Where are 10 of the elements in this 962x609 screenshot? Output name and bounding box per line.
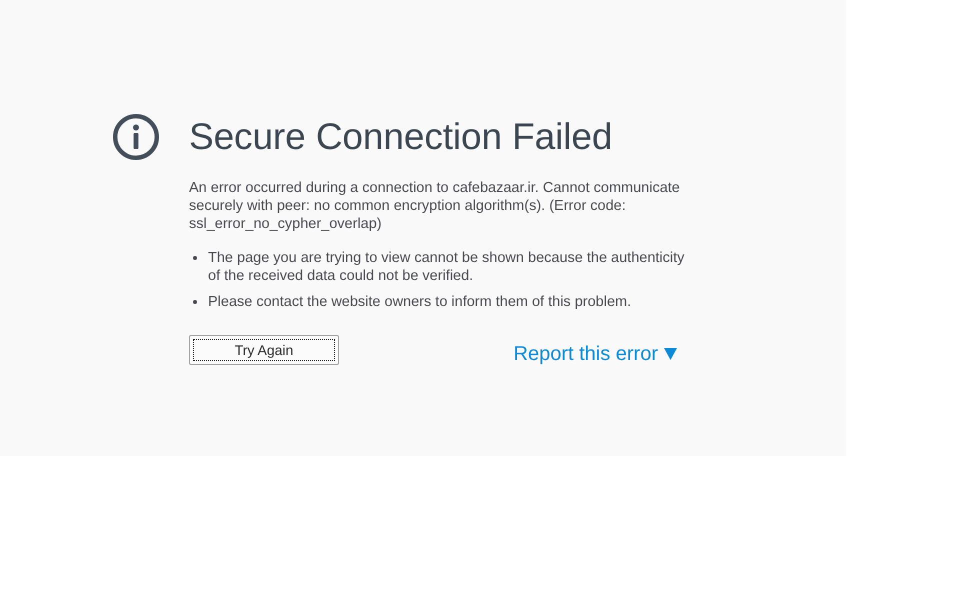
error-description: An error occurred during a connection to cafebazaar.ir. Cannot communicate securely with peer: no common encryption algorithm(s). (Error code: ssl_error_no_cypher_overlap) xyxy=(189,179,681,233)
info-icon xyxy=(113,114,159,160)
error-detail: The page you are trying to view cannot be shown because the authenticity of the received data could not be verified. xyxy=(208,249,686,285)
bullet-icon xyxy=(193,256,197,260)
report-error-link[interactable]: Report this error xyxy=(514,339,677,369)
error-detail: Please contact the website owners to inform them of this problem. xyxy=(208,293,632,311)
caret-icon xyxy=(664,348,677,360)
try-again-button[interactable]: Try Again xyxy=(189,335,339,365)
error-title: Secure Connection Failed xyxy=(189,115,614,159)
bullet-icon xyxy=(193,300,197,304)
